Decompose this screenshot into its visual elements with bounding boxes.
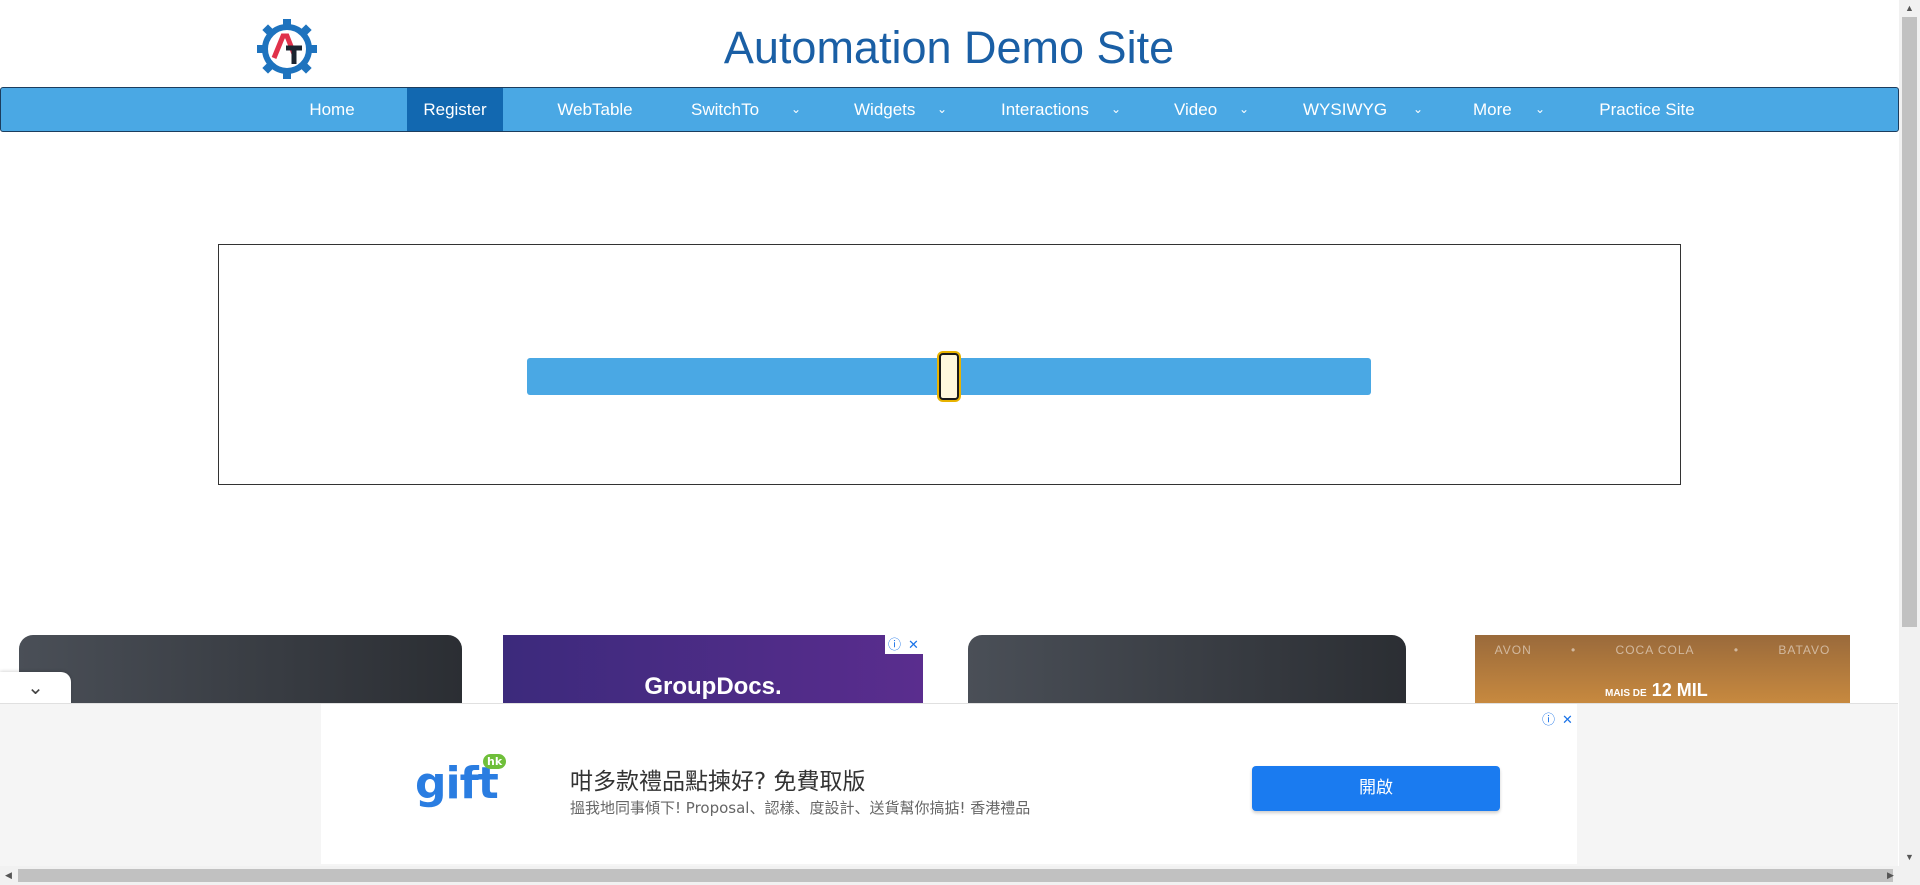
nav-label: WYSIWYG bbox=[1303, 100, 1388, 119]
ad-brand-logo: gift hk bbox=[415, 754, 507, 809]
chevron-down-icon: ⌄ bbox=[1413, 102, 1424, 116]
bottom-ad-bar: gift hk 咁多款禮品點揀好? 免費取版 搵我地同事傾下! Proposal… bbox=[0, 703, 1898, 866]
nav-switchto[interactable]: SwitchTo ⌄ bbox=[691, 88, 801, 131]
ad-open-button[interactable]: 開啟 bbox=[1252, 766, 1500, 811]
nav-register[interactable]: Register bbox=[407, 88, 503, 131]
scrollbar-thumb[interactable] bbox=[18, 869, 1893, 882]
ad-card-text: GroupDocs. bbox=[644, 673, 782, 700]
nav-label: Interactions bbox=[1001, 100, 1089, 119]
chevron-down-icon: ⌄ bbox=[27, 677, 44, 699]
nav-label: Practice Site bbox=[1599, 100, 1695, 119]
ad-card-brands[interactable]: AVON • COCA COLA • BATAVO MAIS DE 12 MIL bbox=[1475, 635, 1850, 703]
nav-label: Home bbox=[309, 100, 355, 119]
ad-prefix: MAIS DE bbox=[1605, 688, 1647, 699]
ad-card[interactable] bbox=[968, 635, 1406, 703]
ad-card[interactable] bbox=[19, 635, 462, 703]
ad-headline: MAIS DE 12 MIL bbox=[1605, 680, 1708, 701]
slider-handle[interactable] bbox=[939, 353, 959, 400]
ad-headline[interactable]: 咁多款禮品點揀好? 免費取版 bbox=[570, 762, 866, 796]
close-icon[interactable]: ✕ bbox=[1558, 710, 1577, 729]
chevron-down-icon: ⌄ bbox=[1239, 102, 1250, 116]
nav-webtable[interactable]: WebTable bbox=[541, 88, 649, 131]
nav-label: More bbox=[1473, 100, 1512, 119]
scroll-left-icon[interactable]: ◀ bbox=[0, 866, 17, 885]
ad-brand-badge: hk bbox=[483, 754, 507, 769]
nav-label: WebTable bbox=[557, 100, 633, 119]
close-icon[interactable]: ✕ bbox=[904, 635, 923, 654]
nav-label: Video bbox=[1174, 100, 1218, 119]
bottom-ad[interactable]: gift hk 咁多款禮品點揀好? 免費取版 搵我地同事傾下! Proposal… bbox=[321, 704, 1577, 864]
chevron-down-icon: ⌄ bbox=[791, 102, 802, 116]
nav-wysiwyg[interactable]: WYSIWYG ⌄ bbox=[1303, 88, 1423, 131]
info-icon[interactable]: ⓘ bbox=[885, 635, 904, 654]
chevron-down-icon: ⌄ bbox=[1111, 102, 1122, 116]
ad-card-groupdocs[interactable]: GroupDocs. ⓘ ✕ bbox=[503, 635, 923, 703]
brand-text: BATAVO bbox=[1778, 643, 1831, 657]
vertical-scrollbar[interactable]: ▲ ▼ bbox=[1899, 0, 1920, 866]
brand-text: COCA COLA bbox=[1615, 643, 1695, 657]
collapse-ad-button[interactable]: ⌄ bbox=[0, 672, 71, 704]
nav-more[interactable]: More ⌄ bbox=[1473, 88, 1546, 131]
brand-sep: • bbox=[1733, 643, 1740, 657]
brand-text: AVON bbox=[1494, 643, 1532, 657]
nav-label: Widgets bbox=[854, 100, 916, 119]
horizontal-scrollbar[interactable]: ◀ ▶ bbox=[0, 866, 1920, 885]
nav-widgets[interactable]: Widgets ⌄ bbox=[854, 88, 947, 131]
info-icon[interactable]: ⓘ bbox=[1539, 710, 1558, 729]
nav-practice-site[interactable]: Practice Site bbox=[1589, 88, 1705, 131]
main-navbar: Home Register WebTable SwitchTo ⌄ Widgets… bbox=[0, 87, 1899, 132]
nav-label: Register bbox=[423, 100, 487, 119]
brand-sep: • bbox=[1571, 643, 1577, 657]
ad-brand-list: AVON • COCA COLA • BATAVO bbox=[1475, 643, 1850, 657]
page-title: Automation Demo Site bbox=[723, 22, 1175, 73]
scroll-right-icon[interactable]: ▶ bbox=[1882, 866, 1899, 885]
nav-label: SwitchTo bbox=[691, 100, 760, 119]
nav-video[interactable]: Video ⌄ bbox=[1174, 88, 1249, 131]
scroll-down-icon[interactable]: ▼ bbox=[1899, 849, 1920, 866]
ad-subtext: 搵我地同事傾下! Proposal、認樣、度設計、送貨幫你搞掂! 香港禮品 bbox=[570, 799, 1031, 817]
ad-amount: 12 MIL bbox=[1651, 680, 1708, 700]
scroll-up-icon[interactable]: ▲ bbox=[1899, 0, 1920, 17]
chevron-down-icon: ⌄ bbox=[937, 102, 948, 116]
scrollbar-thumb[interactable] bbox=[1902, 17, 1917, 627]
nav-interactions[interactable]: Interactions ⌄ bbox=[1001, 88, 1121, 131]
chevron-down-icon: ⌄ bbox=[1535, 102, 1546, 116]
nav-home[interactable]: Home bbox=[290, 88, 374, 131]
